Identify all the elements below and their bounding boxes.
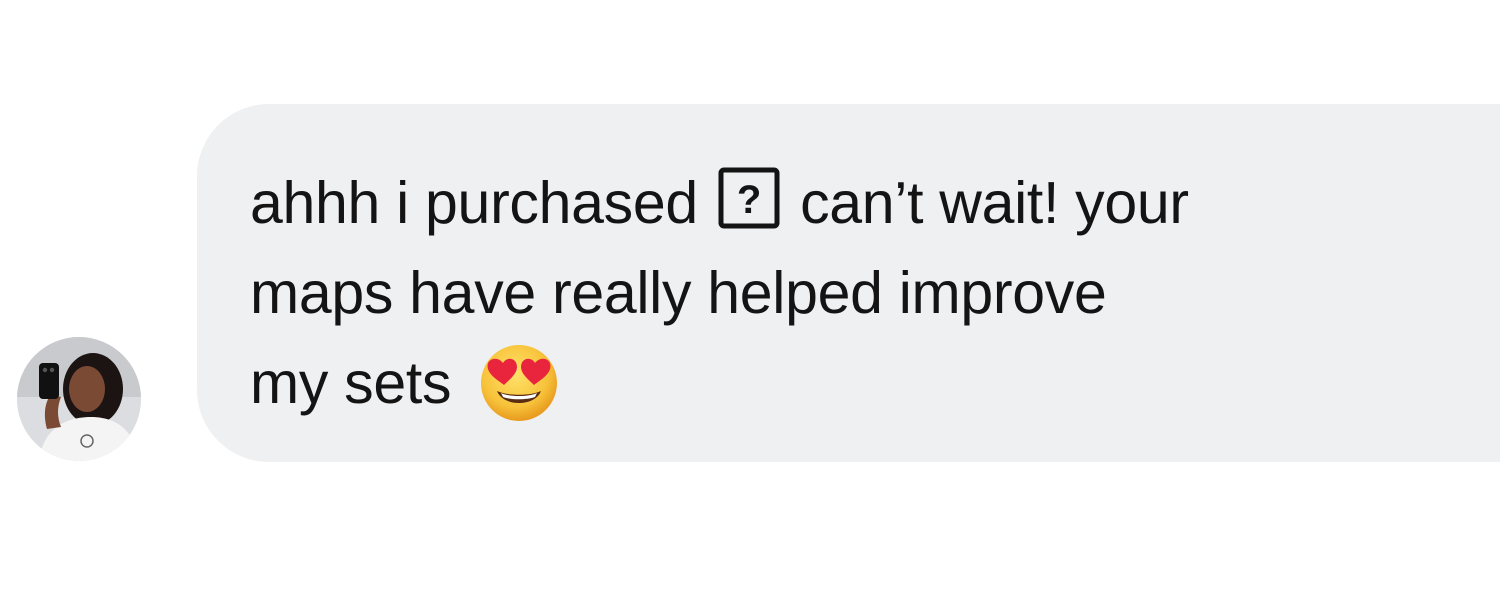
missing-character-box-icon: ? xyxy=(718,167,780,229)
chat-thread: ahhh i purchased ? can’t wait! your maps… xyxy=(0,0,1500,598)
svg-text:?: ? xyxy=(737,178,761,222)
message-line-2: maps have really helped improve xyxy=(250,260,1107,326)
sender-avatar[interactable] xyxy=(17,337,141,461)
message-text: ahhh i purchased ? can’t wait! your maps… xyxy=(250,158,1490,428)
message-line-3: my sets xyxy=(250,338,1490,428)
avatar-photo-icon xyxy=(17,337,141,461)
message-line-1-start: ahhh i purchased xyxy=(250,170,698,236)
message-line-3-text: my sets xyxy=(250,350,452,416)
heart-eyes-emoji-icon xyxy=(481,345,558,421)
message-line-1-end: can’t wait! your xyxy=(800,170,1189,236)
message-line-1: ahhh i purchased ? can’t wait! your xyxy=(250,158,1490,248)
